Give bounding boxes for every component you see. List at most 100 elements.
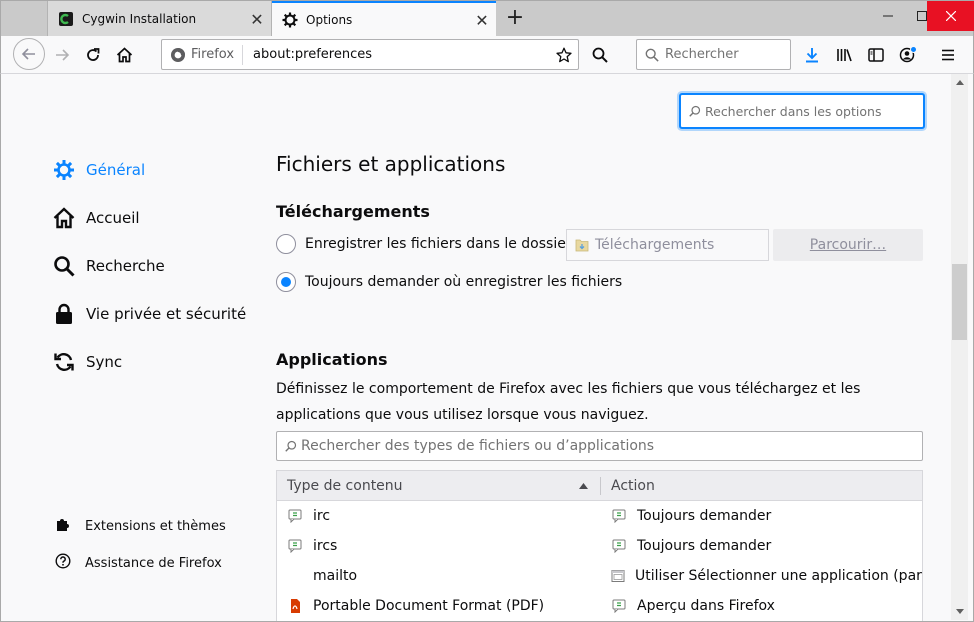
radio-selected-dot: [281, 277, 291, 287]
close-window-button[interactable]: [927, 1, 974, 31]
save-to-folder-option[interactable]: Enregistrer les fichiers dans le dossier: [276, 234, 572, 254]
new-tab-button[interactable]: +: [501, 4, 529, 32]
reload-button[interactable]: [78, 40, 108, 70]
category-privacy-security[interactable]: Vie privée et sécurité: [52, 302, 246, 326]
account-icon[interactable]: [893, 40, 923, 70]
puzzle-icon: [55, 516, 71, 536]
category-label: Vie privée et sécurité: [86, 305, 247, 323]
action: Toujours demander: [637, 538, 772, 554]
chat-icon: [611, 508, 627, 524]
column-header-label: Type de contenu: [287, 477, 403, 494]
lock-icon: [52, 302, 76, 326]
table-row[interactable]: Portable Document Format (PDF) Aperçu da…: [277, 591, 922, 621]
action: Aperçu dans Firefox: [637, 598, 775, 614]
scroll-down-arrow-icon[interactable]: [951, 603, 968, 620]
applications-table: Type de contenu Action irc Toujours dema…: [276, 470, 923, 621]
menu-icon[interactable]: [933, 40, 963, 70]
library-icon[interactable]: [829, 40, 859, 70]
url-text[interactable]: about:preferences: [253, 47, 550, 62]
search-icon: [285, 440, 297, 452]
search-icon: [689, 105, 701, 117]
search-icon: [52, 254, 76, 278]
download-icon[interactable]: [797, 40, 827, 70]
tab-options[interactable]: Options ✕: [272, 1, 496, 37]
scrollbar-thumb[interactable]: [952, 264, 967, 340]
home-icon: [52, 206, 76, 230]
category-label: Général: [86, 161, 146, 179]
content-type: mailto: [313, 568, 358, 584]
tab-cygwin-installation[interactable]: Cygwin Installation ✕: [47, 1, 272, 37]
radio-button[interactable]: [276, 234, 296, 254]
app-icon: [611, 568, 625, 584]
search-bar[interactable]: Rechercher: [636, 39, 791, 70]
tab-strip: Cygwin Installation ✕ Options ✕ +: [0, 0, 974, 37]
search-icon: [645, 48, 659, 62]
pdf-icon: [287, 598, 303, 614]
identity-box[interactable]: Firefox: [162, 44, 244, 65]
help-icon: [55, 553, 71, 573]
chat-icon: [287, 538, 303, 554]
always-ask-option[interactable]: Toujours demander où enregistrer les fic…: [276, 272, 622, 292]
category-label: Sync: [86, 353, 123, 371]
column-header-label: Action: [611, 477, 655, 494]
folder-icon: [575, 239, 589, 252]
firefox-icon: [171, 47, 185, 62]
column-header-content-type[interactable]: Type de contenu: [277, 476, 601, 495]
applications-description: Définissez le comportement de Firefox av…: [276, 381, 861, 423]
category-label: Accueil: [86, 209, 140, 227]
scroll-up-arrow-icon[interactable]: [951, 74, 968, 91]
close-tab-icon[interactable]: ✕: [468, 11, 496, 30]
action: Toujours demander: [637, 508, 772, 524]
sidebar-icon[interactable]: [861, 40, 891, 70]
preferences-search-placeholder: Rechercher dans les options: [705, 103, 882, 119]
home-button[interactable]: [109, 40, 139, 70]
forward-button[interactable]: [47, 40, 77, 70]
table-row[interactable]: mailto Utiliser Sélectionner une applica…: [277, 561, 922, 591]
action: Utiliser Sélectionner une application (p…: [635, 568, 922, 584]
tab-title: Options: [306, 13, 353, 27]
preferences-search-input[interactable]: Rechercher dans les options: [680, 94, 924, 128]
sync-icon: [52, 350, 76, 374]
chat-icon: [611, 598, 627, 614]
url-bar[interactable]: Firefox about:preferences: [161, 39, 579, 70]
download-folder-value: Téléchargements: [595, 237, 715, 253]
gear-icon: [52, 158, 76, 182]
category-general[interactable]: Général: [52, 158, 145, 182]
applications-heading: Applications: [276, 350, 388, 369]
chat-icon: [287, 508, 303, 524]
category-search[interactable]: Recherche: [52, 254, 165, 278]
close-tab-icon[interactable]: ✕: [243, 10, 271, 29]
extensions-themes-link[interactable]: Extensions et thèmes: [55, 516, 226, 536]
section-title: Fichiers et applications: [276, 152, 506, 176]
table-row[interactable]: ircs Toujours demander: [277, 531, 922, 561]
sort-ascending-icon: [579, 482, 588, 489]
applications-search-placeholder: Rechercher des types de fichiers ou d’ap…: [301, 438, 655, 454]
vertical-scrollbar[interactable]: [951, 74, 968, 620]
blank-icon: [287, 568, 303, 584]
bookmark-star-icon[interactable]: [550, 47, 578, 63]
applications-search-input[interactable]: Rechercher des types de fichiers ou d’ap…: [276, 431, 923, 461]
category-sync[interactable]: Sync: [52, 350, 122, 374]
gear-icon: [282, 12, 298, 28]
content-type: ircs: [313, 538, 338, 554]
table-row[interactable]: irc Toujours demander: [277, 501, 922, 531]
cygwin-icon: [58, 11, 74, 27]
radio-label: Enregistrer les fichiers dans le dossier: [305, 236, 572, 252]
preferences-page: Rechercher dans les options Général Accu…: [0, 74, 974, 622]
radio-label: Toujours demander où enregistrer les fic…: [305, 274, 623, 290]
search-bar-placeholder: Rechercher: [665, 47, 739, 62]
tab-title: Cygwin Installation: [82, 12, 197, 26]
browse-button[interactable]: Parcourir…: [773, 229, 923, 261]
footer-link-label: Assistance de Firefox: [85, 555, 222, 571]
navigation-toolbar: Firefox about:preferences Rechercher: [0, 36, 974, 74]
search-icon[interactable]: [585, 40, 615, 70]
column-header-action[interactable]: Action: [601, 478, 655, 494]
downloads-heading: Téléchargements: [276, 202, 430, 221]
radio-button[interactable]: [276, 272, 296, 292]
back-button[interactable]: [13, 38, 45, 70]
category-home[interactable]: Accueil: [52, 206, 140, 230]
firefox-support-link[interactable]: Assistance de Firefox: [55, 553, 222, 573]
category-label: Recherche: [86, 257, 165, 275]
footer-link-label: Extensions et thèmes: [85, 518, 226, 534]
content-type: Portable Document Format (PDF): [313, 598, 545, 614]
